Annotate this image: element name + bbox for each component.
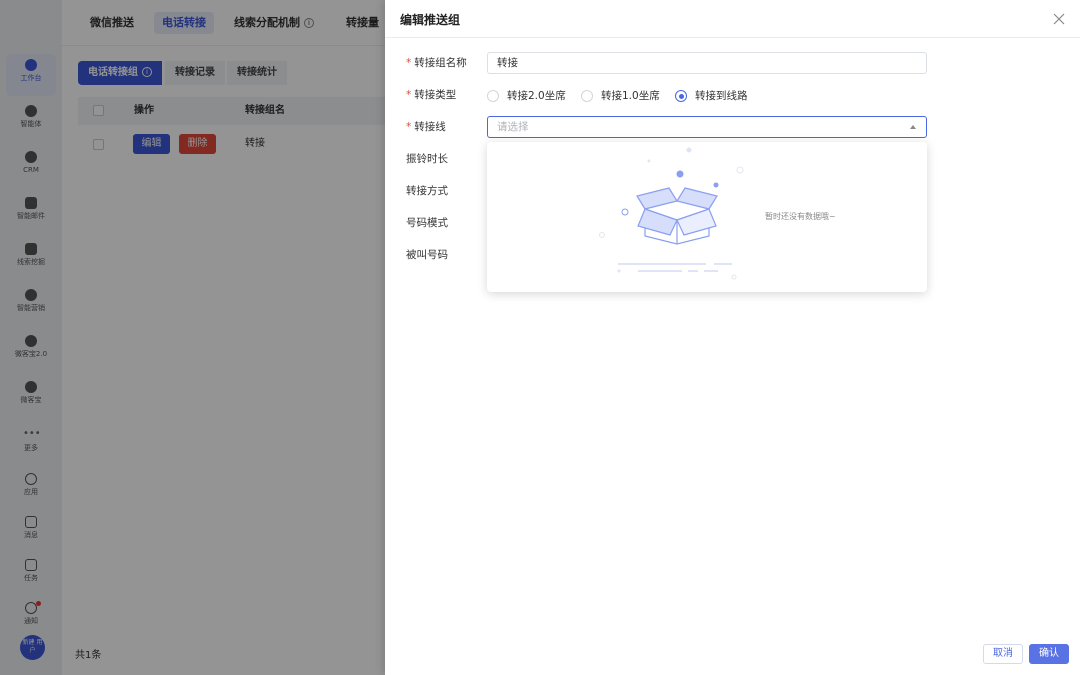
label-text: 转接线 [414, 121, 446, 133]
caret-up-icon [910, 125, 916, 129]
required-mark: * [406, 89, 412, 101]
radio-transfer-seat-1[interactable]: 转接1.0坐席 [581, 90, 660, 102]
transfer-type-label: * 转接类型 [406, 87, 456, 103]
group-name-input[interactable]: 转接 [487, 52, 927, 74]
radio-label: 转接到线路 [695, 90, 748, 102]
drawer-title: 编辑推送组 [400, 13, 461, 27]
label-text: 转接组名称 [414, 57, 467, 69]
empty-state-text: 暂时还没有数据哦~ [765, 212, 836, 221]
label-text: 转接类型 [414, 89, 457, 101]
radio-transfer-seat-2[interactable]: 转接2.0坐席 [487, 90, 566, 102]
radio-label: 转接2.0坐席 [507, 90, 566, 102]
transfer-method-label: 转接方式 [406, 185, 448, 197]
edit-push-group-drawer: 编辑推送组 * 转接组名称 转接 * 转接类型 转接2.0坐席 转接1.0坐席 转接… [385, 0, 1080, 675]
cancel-button[interactable]: 取消 [983, 644, 1023, 664]
called-number-label: 被叫号码 [406, 249, 448, 261]
empty-box-icon [599, 147, 744, 280]
group-name-label: * 转接组名称 [406, 55, 467, 71]
close-icon[interactable] [1052, 12, 1066, 26]
required-mark: * [406, 121, 412, 133]
transfer-line-label: * 转接线 [406, 119, 446, 135]
transfer-line-dropdown: 暂时还没有数据哦~ [487, 142, 927, 292]
drawer-header: 编辑推送组 [385, 0, 1080, 38]
radio-circle [581, 90, 593, 102]
number-mode-label: 号码模式 [406, 217, 448, 229]
confirm-button[interactable]: 确认 [1029, 644, 1069, 664]
required-mark: * [406, 57, 412, 69]
radio-label: 转接1.0坐席 [601, 90, 660, 102]
select-placeholder: 请选择 [497, 121, 529, 133]
transfer-line-select[interactable]: 请选择 [487, 116, 927, 138]
ring-duration-label: 振铃时长 [406, 153, 448, 165]
radio-transfer-line[interactable]: 转接到线路 [675, 90, 748, 102]
radio-circle [675, 90, 687, 102]
radio-circle [487, 90, 499, 102]
